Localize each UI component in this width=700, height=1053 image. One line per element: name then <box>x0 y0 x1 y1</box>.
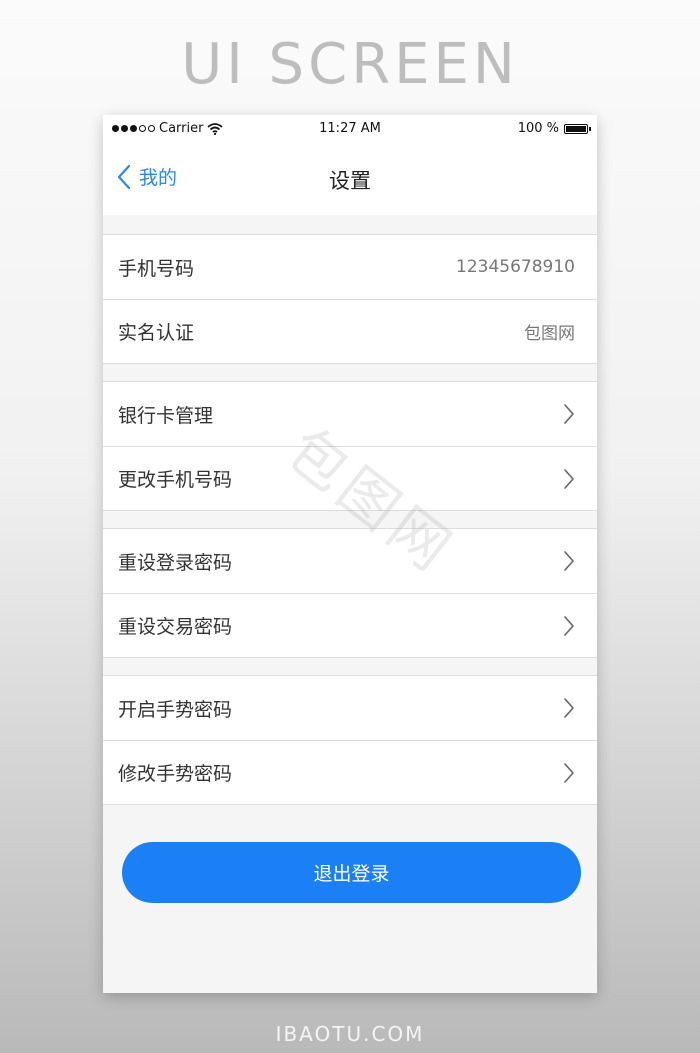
row-enable-gesture-password[interactable]: 开启手势密码 <box>103 676 597 740</box>
row-label: 修改手势密码 <box>118 763 233 785</box>
row-label: 重设交易密码 <box>118 616 233 638</box>
row-phone-number[interactable]: 手机号码 12345678910 <box>103 235 597 299</box>
page-title: 设置 <box>329 169 371 193</box>
phone-screen: Carrier 11:27 AM 100 % 我的 设置 手机号码 123456… <box>103 115 597 993</box>
row-label: 手机号码 <box>118 257 195 280</box>
chevron-right-icon <box>564 404 574 424</box>
row-real-name-auth[interactable]: 实名认证 包图网 <box>103 299 597 363</box>
row-label: 开启手势密码 <box>118 698 233 721</box>
banner-title: UI SCREEN <box>181 32 519 97</box>
status-bar: Carrier 11:27 AM 100 % <box>103 115 597 143</box>
row-change-phone[interactable]: 更改手机号码 <box>103 446 597 510</box>
row-value: 12345678910 <box>456 257 575 277</box>
chevron-right-icon <box>564 762 574 783</box>
footer-brand: IBAOTU.COM <box>275 1022 425 1046</box>
nav-bar: 我的 设置 <box>103 143 597 215</box>
row-label: 银行卡管理 <box>118 404 214 427</box>
chevron-right-icon <box>564 468 574 489</box>
logout-button[interactable]: 退出登录 <box>122 842 581 903</box>
row-value: 包图网 <box>524 324 575 344</box>
status-right: 100 % <box>517 121 591 136</box>
row-bank-card[interactable]: 银行卡管理 <box>103 382 597 446</box>
settings-group-account: 手机号码 12345678910 实名认证 包图网 <box>103 234 597 364</box>
row-reset-login-password[interactable]: 重设登录密码 <box>103 529 597 593</box>
settings-group-gesture: 开启手势密码 修改手势密码 <box>103 675 597 805</box>
row-label: 更改手机号码 <box>118 469 233 491</box>
row-label: 实名认证 <box>118 322 195 344</box>
battery-percent: 100 % <box>517 121 559 136</box>
row-edit-gesture-password[interactable]: 修改手势密码 <box>103 740 597 804</box>
chevron-right-icon <box>564 698 574 718</box>
row-label: 重设登录密码 <box>118 551 233 574</box>
battery-icon <box>564 123 591 134</box>
chevron-right-icon <box>564 615 574 636</box>
chevron-right-icon <box>564 551 574 571</box>
settings-group-bank: 银行卡管理 更改手机号码 <box>103 381 597 511</box>
row-reset-trade-password[interactable]: 重设交易密码 <box>103 593 597 657</box>
settings-group-password: 重设登录密码 重设交易密码 <box>103 528 597 658</box>
